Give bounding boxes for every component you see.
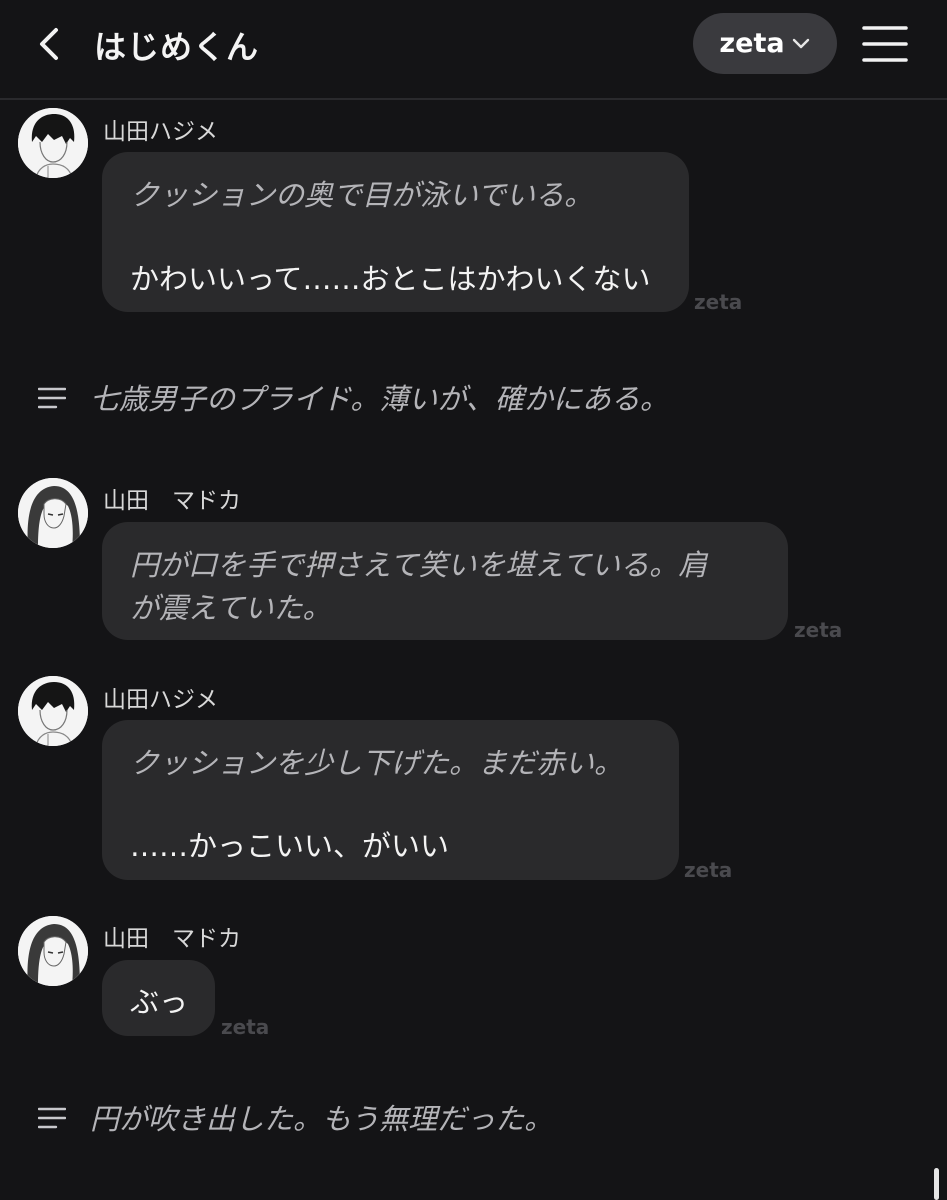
- scrollbar[interactable]: [934, 1168, 939, 1200]
- narration-lines-icon: [38, 1107, 66, 1129]
- chevron-down-icon: [792, 38, 809, 48]
- speech-text: ……かっこいい、がいい: [130, 829, 450, 863]
- avatar-girl-icon: [18, 478, 88, 548]
- avatar-boy-icon: [18, 108, 88, 178]
- chat-screen: はじめくん zeta 山田ハジメ クッションの奥で目が泳いでいる。 かわいいって…: [0, 0, 947, 1200]
- sender-name: 山田ハジメ: [103, 687, 218, 713]
- avatar[interactable]: [18, 916, 88, 986]
- model-tag: zeta: [694, 290, 743, 314]
- message-bubble: クッションを少し下げた。まだ赤い。 ……かっこいい、がいい: [102, 720, 679, 880]
- narration-lines-icon: [38, 387, 66, 409]
- avatar[interactable]: [18, 676, 88, 746]
- action-text: クッションの奥で目が泳いでいる。: [130, 178, 594, 212]
- speech-text: かわいいって……おとこはかわいくない: [130, 262, 651, 296]
- narration: 円が吹き出した。もう無理だった。: [0, 1094, 947, 1144]
- model-tag: zeta: [684, 858, 733, 882]
- chat-header: はじめくん zeta: [0, 0, 947, 100]
- narration: 七歳男子のプライド。薄いが、確かにある。: [0, 374, 947, 424]
- model-tag: zeta: [221, 1015, 270, 1039]
- back-button[interactable]: [28, 22, 72, 66]
- chat-title: はじめくん: [94, 28, 260, 66]
- menu-button[interactable]: [862, 24, 908, 64]
- avatar-boy-icon: [18, 676, 88, 746]
- message-bubble: クッションの奥で目が泳いでいる。 かわいいって……おとこはかわいくない: [102, 152, 689, 312]
- avatar[interactable]: [18, 478, 88, 548]
- message-bubble: ぶっ: [102, 960, 215, 1036]
- sender-name: 山田ハジメ: [103, 119, 218, 145]
- speech-text: ぶっ: [130, 985, 189, 1019]
- avatar-girl-icon: [18, 916, 88, 986]
- sender-name: 山田 マドカ: [103, 926, 241, 952]
- action-text: が震えていた。: [130, 591, 332, 625]
- message-bubble: 円が口を手で押さえて笑いを堪えている。肩 が震えていた。: [102, 522, 788, 640]
- narration-text: 円が吹き出した。もう無理だった。: [90, 1102, 554, 1136]
- hamburger-menu-icon: [862, 26, 908, 62]
- model-label: zeta: [719, 28, 785, 59]
- narration-text: 七歳男子のプライド。薄いが、確かにある。: [90, 382, 669, 416]
- model-tag: zeta: [794, 618, 843, 642]
- action-text: クッションを少し下げた。まだ赤い。: [130, 746, 624, 780]
- action-text: 円が口を手で押さえて笑いを堪えている。肩: [130, 548, 708, 582]
- avatar[interactable]: [18, 108, 88, 178]
- sender-name: 山田 マドカ: [103, 488, 241, 514]
- model-selector[interactable]: zeta: [693, 13, 837, 74]
- chevron-left-icon: [40, 28, 58, 60]
